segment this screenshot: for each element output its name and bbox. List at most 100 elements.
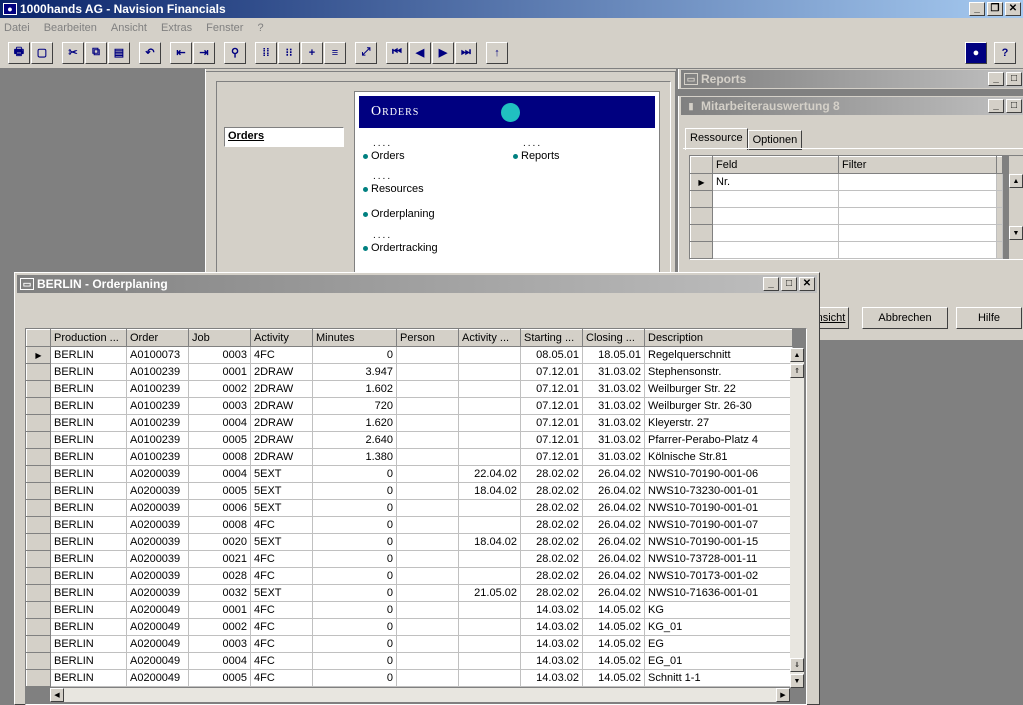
table-cell[interactable]: BERLIN bbox=[50, 363, 127, 381]
table-cell[interactable] bbox=[396, 499, 459, 517]
navigator-tab-orders[interactable]: Orders bbox=[224, 127, 344, 147]
table-cell[interactable]: Kleyerstr. 27 bbox=[644, 414, 793, 432]
tab-optionen[interactable]: Optionen bbox=[747, 130, 803, 150]
table-cell[interactable] bbox=[458, 397, 521, 415]
table-cell[interactable]: 5EXT bbox=[250, 584, 313, 602]
table-cell[interactable] bbox=[396, 618, 459, 636]
table-cell[interactable] bbox=[396, 533, 459, 551]
up-icon[interactable]: ↑ bbox=[486, 41, 508, 64]
table-cell[interactable] bbox=[396, 448, 459, 466]
table-cell[interactable] bbox=[396, 635, 459, 653]
filter-row[interactable] bbox=[690, 224, 1003, 242]
table-cell[interactable]: Kölnische Str.81 bbox=[644, 448, 793, 466]
table-cell[interactable]: 07.12.01 bbox=[520, 363, 583, 381]
row-selector[interactable] bbox=[690, 241, 713, 259]
table-cell[interactable] bbox=[458, 499, 521, 517]
row-selector[interactable] bbox=[26, 465, 51, 483]
table-cell[interactable]: 0003 bbox=[188, 397, 251, 415]
table-cell[interactable]: 14.03.02 bbox=[520, 652, 583, 670]
table-cell[interactable]: BERLIN bbox=[50, 533, 127, 551]
table-cell[interactable]: 31.03.02 bbox=[582, 431, 645, 449]
row-selector[interactable] bbox=[26, 380, 51, 398]
table-cell[interactable]: A0200039 bbox=[126, 499, 189, 517]
table-cell[interactable]: 5EXT bbox=[250, 482, 313, 500]
table-row[interactable]: BERLIN A0200039 0028 4FC 0 28.02.02 26.04.02 NW… bbox=[26, 567, 793, 585]
table-row[interactable]: BERLIN A0100239 0001 2DRAW 3.947 07.12.01 31.0… bbox=[26, 363, 793, 381]
close-icon[interactable]: ✕ bbox=[799, 277, 815, 291]
navigator-icon[interactable]: ● bbox=[965, 41, 987, 64]
table-cell[interactable]: BERLIN bbox=[50, 499, 127, 517]
table-cell[interactable]: 28.02.02 bbox=[520, 533, 583, 551]
table-row[interactable]: BERLIN A0100239 0002 2DRAW 1.602 07.12.01 31.0… bbox=[26, 380, 793, 398]
filter-cell[interactable] bbox=[838, 173, 997, 191]
table-cell[interactable]: 21.05.02 bbox=[458, 584, 521, 602]
table-cell[interactable]: 0 bbox=[312, 618, 397, 636]
table-cell[interactable]: A0200039 bbox=[126, 584, 189, 602]
list-view-icon[interactable]: ⁞⁞ bbox=[255, 41, 277, 64]
table-cell[interactable]: BERLIN bbox=[50, 448, 127, 466]
table-cell[interactable]: 2DRAW bbox=[250, 363, 313, 381]
table-row[interactable]: BERLIN A0200049 0004 4FC 0 14.03.02 14.05.02 EG… bbox=[26, 652, 793, 670]
table-cell[interactable] bbox=[396, 414, 459, 432]
table-cell[interactable]: NWS10-70190-001-15 bbox=[644, 533, 793, 551]
table-cell[interactable]: NWS10-71636-001-01 bbox=[644, 584, 793, 602]
table-cell[interactable]: 2DRAW bbox=[250, 431, 313, 449]
table-row[interactable]: BERLIN A0100239 0003 2DRAW 720 07.12.01 31.03.… bbox=[26, 397, 793, 415]
table-cell[interactable]: 14.05.02 bbox=[582, 601, 645, 619]
table-cell[interactable]: BERLIN bbox=[50, 431, 127, 449]
table-cell[interactable] bbox=[458, 414, 521, 432]
menu-ansicht[interactable]: Ansicht bbox=[111, 22, 147, 34]
table-cell[interactable]: NWS10-70190-001-07 bbox=[644, 516, 793, 534]
table-cell[interactable]: 0 bbox=[312, 567, 397, 585]
table-cell[interactable]: A0200049 bbox=[126, 618, 189, 636]
table-cell[interactable]: A0100239 bbox=[126, 363, 189, 381]
table-cell[interactable]: 2DRAW bbox=[250, 380, 313, 398]
table-cell[interactable]: 0 bbox=[312, 516, 397, 534]
print-icon[interactable]: 🖶 bbox=[8, 41, 30, 64]
table-cell[interactable]: 0 bbox=[312, 499, 397, 517]
zoom-icon[interactable]: ⤢ bbox=[355, 41, 377, 64]
table-cell[interactable]: KG_01 bbox=[644, 618, 793, 636]
table-cell[interactable]: 1.380 bbox=[312, 448, 397, 466]
table-cell[interactable]: A0200039 bbox=[126, 465, 189, 483]
indent-left-icon[interactable]: ⇤ bbox=[170, 41, 192, 64]
table-cell[interactable] bbox=[396, 584, 459, 602]
table-cell[interactable]: 2.640 bbox=[312, 431, 397, 449]
filter-cell[interactable] bbox=[838, 241, 997, 259]
table-cell[interactable]: 3.947 bbox=[312, 363, 397, 381]
filter-cell[interactable] bbox=[712, 224, 839, 242]
table-cell[interactable]: 0021 bbox=[188, 550, 251, 568]
table-row[interactable]: BERLIN A0200039 0005 5EXT 0 18.04.02 28.02.02 2… bbox=[26, 482, 793, 500]
table-cell[interactable]: 28.02.02 bbox=[520, 516, 583, 534]
scroll-up-icon[interactable]: ▲ bbox=[790, 348, 804, 362]
table-cell[interactable]: 4FC bbox=[250, 516, 313, 534]
table-row[interactable]: BERLIN A0200039 0004 5EXT 0 22.04.02 28.02.02 2… bbox=[26, 465, 793, 483]
table-cell[interactable]: 4FC bbox=[250, 550, 313, 568]
table-cell[interactable]: 14.05.02 bbox=[582, 618, 645, 636]
table-cell[interactable]: 0 bbox=[312, 584, 397, 602]
filter-cell[interactable] bbox=[712, 241, 839, 259]
table-cell[interactable]: 07.12.01 bbox=[520, 397, 583, 415]
table-cell[interactable]: 0 bbox=[312, 346, 397, 364]
table-cell[interactable]: 0002 bbox=[188, 618, 251, 636]
table-cell[interactable] bbox=[396, 567, 459, 585]
table-cell[interactable]: 4FC bbox=[250, 601, 313, 619]
table-cell[interactable]: A0100239 bbox=[126, 397, 189, 415]
row-selector[interactable] bbox=[26, 618, 51, 636]
table-cell[interactable] bbox=[396, 397, 459, 415]
row-selector[interactable] bbox=[690, 224, 713, 242]
table-cell[interactable]: 08.05.01 bbox=[520, 346, 583, 364]
table-cell[interactable]: KG bbox=[644, 601, 793, 619]
table-cell[interactable]: 31.03.02 bbox=[582, 414, 645, 432]
undo-icon[interactable]: ↶ bbox=[139, 41, 161, 64]
table-cell[interactable]: 26.04.02 bbox=[582, 465, 645, 483]
row-selector[interactable]: ▶ bbox=[690, 173, 713, 191]
table-cell[interactable]: 0004 bbox=[188, 652, 251, 670]
column-header-7[interactable]: Starting ... bbox=[520, 329, 583, 347]
table-cell[interactable]: 14.05.02 bbox=[582, 635, 645, 653]
table-cell[interactable]: 07.12.01 bbox=[520, 448, 583, 466]
table-cell[interactable]: BERLIN bbox=[50, 652, 127, 670]
table-cell[interactable]: 2DRAW bbox=[250, 414, 313, 432]
row-selector[interactable] bbox=[26, 414, 51, 432]
scroll-left-icon[interactable]: ◀ bbox=[50, 688, 64, 702]
